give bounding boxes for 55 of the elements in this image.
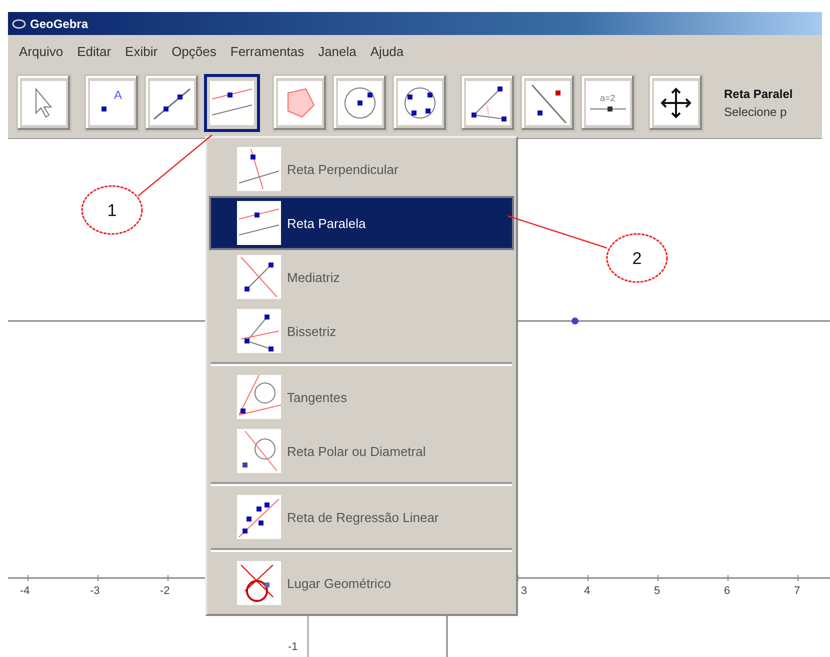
parallel-icon	[210, 81, 254, 125]
tool-button[interactable]	[204, 74, 260, 132]
axis-label: 3	[521, 585, 528, 597]
callout-number: 2	[632, 249, 642, 268]
menu-item[interactable]: Editar	[70, 44, 118, 59]
conic-icon	[398, 81, 442, 125]
tool-name: Reta Paralel	[724, 87, 793, 101]
axis-label: 5	[654, 585, 660, 597]
perpendicular-icon	[237, 147, 281, 191]
axis-label: 7	[794, 585, 800, 597]
dropdown-item[interactable]: Reta de Regressão Linear	[209, 490, 514, 544]
dropdown-item[interactable]: Mediatriz	[209, 250, 514, 304]
dropdown-item[interactable]: Reta Polar ou Diametral	[209, 424, 514, 478]
tool-button[interactable]: a=2	[580, 74, 636, 132]
axis-label: 6	[724, 585, 730, 597]
point-icon	[102, 106, 106, 112]
reflect-icon	[526, 81, 570, 125]
polar-icon	[237, 429, 281, 473]
callout-number: 1	[107, 201, 117, 220]
tangent-icon	[237, 375, 281, 419]
polygon-icon	[278, 81, 322, 125]
dropdown-item[interactable]: Tangentes	[209, 370, 514, 424]
axis-label: -3	[90, 585, 100, 597]
menu-item[interactable]: Ajuda	[363, 44, 411, 59]
app-logo-icon	[12, 16, 26, 30]
point	[572, 318, 578, 324]
parallel-icon	[237, 201, 281, 245]
pan-icon	[654, 81, 698, 125]
menu-item[interactable]: Arquivo	[12, 44, 70, 59]
move-icon	[22, 81, 66, 125]
axis-label: -4	[20, 585, 30, 597]
menu-item[interactable]: Ferramentas	[223, 44, 312, 59]
slider-label: a=2	[600, 93, 616, 103]
dropdown-item[interactable]: Bissetriz	[209, 304, 514, 358]
menu-item[interactable]: Exibir	[118, 44, 165, 59]
tool-help: Selecione p	[724, 105, 788, 119]
axis-label: -2	[160, 585, 170, 597]
angle-bisector-icon	[237, 309, 281, 353]
tool-button[interactable]: A	[84, 74, 140, 132]
regression-icon	[237, 495, 281, 539]
point-label: A	[114, 88, 122, 102]
locus-icon	[237, 561, 281, 605]
dropdown-item[interactable]: Reta Perpendicular	[209, 142, 514, 196]
slider-icon	[590, 106, 626, 112]
axis-label: -1	[288, 641, 298, 653]
menu-item[interactable]: Janela	[311, 44, 364, 59]
callout-circle	[81, 185, 143, 235]
axis-label: 4	[584, 585, 590, 597]
dropdown-item[interactable]: Lugar Geométrico	[209, 556, 514, 610]
bisector-icon	[237, 255, 281, 299]
angle-icon	[466, 81, 510, 125]
window-title: GeoGebra	[30, 16, 88, 30]
callout-circle	[606, 233, 668, 283]
menu-item[interactable]: Opções	[164, 44, 224, 59]
dropdown-item[interactable]: Reta Paralela	[209, 196, 514, 250]
